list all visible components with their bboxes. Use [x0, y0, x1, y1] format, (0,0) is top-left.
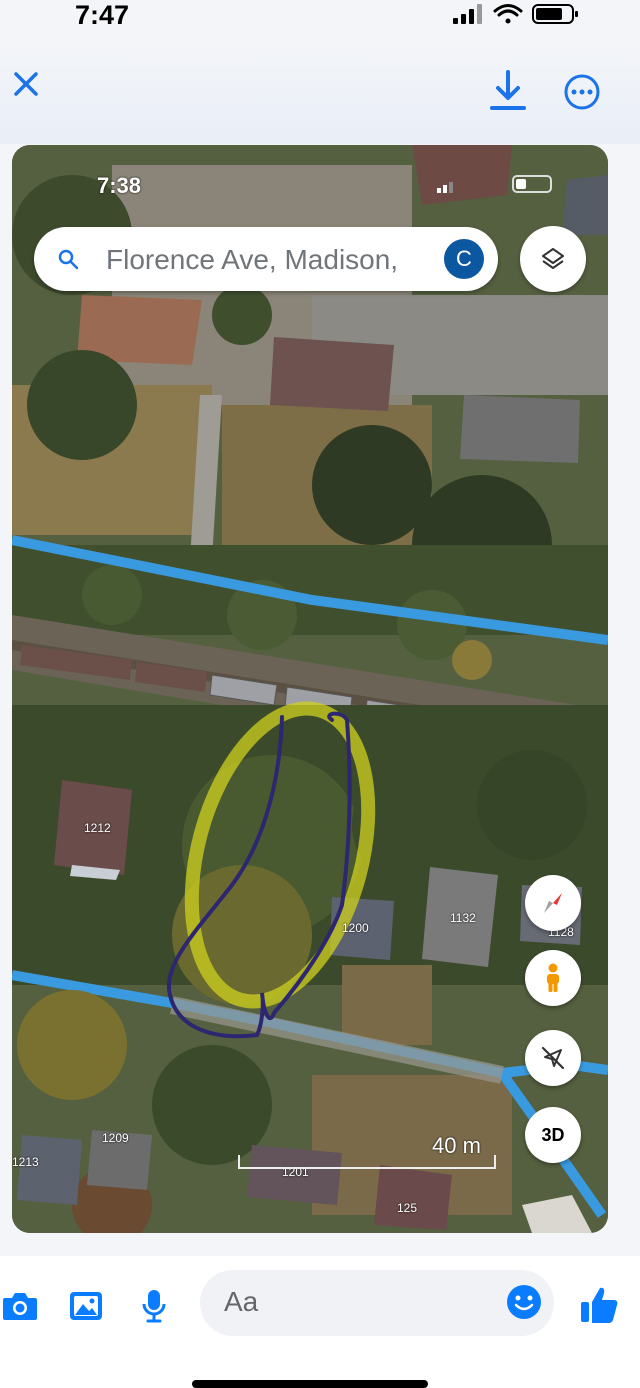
signal-icon — [453, 4, 482, 24]
house-number: 1132 — [450, 911, 476, 925]
navigation-off-icon — [541, 1046, 565, 1070]
more-options-button[interactable] — [562, 72, 602, 112]
camera-button[interactable] — [0, 1286, 40, 1326]
scale-bar — [238, 1155, 496, 1169]
microphone-icon — [142, 1290, 166, 1323]
message-input[interactable]: Aa — [200, 1270, 554, 1336]
street-view-button[interactable] — [525, 950, 581, 1006]
map-search-text: Florence Ave, Madison, — [106, 244, 399, 275]
3d-toggle-button[interactable]: 3D — [525, 1107, 581, 1163]
map-search-bar[interactable]: Florence Ave, Madison, C — [34, 227, 498, 291]
camera-icon — [3, 1293, 37, 1320]
gallery-icon — [70, 1292, 102, 1320]
screenshot-status-time: 7:38 — [97, 173, 142, 198]
navigation-button[interactable] — [525, 1030, 581, 1086]
screenshot-battery-icon — [512, 175, 552, 193]
pegman-icon — [547, 963, 559, 992]
satellite-map[interactable] — [12, 145, 608, 1233]
status-time: 7:47 — [75, 0, 130, 30]
screenshot-signal-icon — [437, 182, 453, 193]
status-icons — [453, 4, 578, 24]
thumbs-up-icon[interactable] — [578, 1284, 620, 1326]
download-button[interactable] — [488, 68, 528, 112]
shared-photo[interactable]: 7:38 Florence Ave, Madison, C 1212 1200 … — [12, 145, 608, 1233]
message-composer: Aa — [0, 1256, 640, 1388]
layers-icon — [542, 248, 564, 269]
house-number: 125 — [397, 1201, 418, 1215]
house-number: 1213 — [12, 1155, 39, 1169]
account-avatar[interactable]: C — [444, 239, 484, 279]
viewer-header — [0, 44, 640, 144]
download-icon — [490, 70, 526, 110]
layers-button[interactable] — [520, 226, 586, 292]
house-number: 1212 — [84, 821, 111, 835]
wifi-icon — [493, 4, 523, 24]
home-indicator — [192, 1380, 428, 1388]
message-placeholder: Aa — [224, 1286, 259, 1317]
search-icon — [58, 249, 79, 270]
close-button[interactable] — [8, 66, 44, 102]
house-number: 1200 — [342, 921, 369, 935]
compass-button[interactable] — [525, 875, 581, 931]
status-bar: 7:47 — [0, 0, 640, 40]
emoji-icon[interactable] — [506, 1284, 542, 1320]
more-options-icon — [564, 74, 600, 110]
house-number: 1209 — [102, 1131, 129, 1145]
close-icon — [14, 72, 38, 96]
microphone-button[interactable] — [134, 1286, 174, 1326]
battery-icon — [532, 4, 578, 24]
compass-icon — [544, 893, 562, 913]
gallery-button[interactable] — [66, 1286, 106, 1326]
